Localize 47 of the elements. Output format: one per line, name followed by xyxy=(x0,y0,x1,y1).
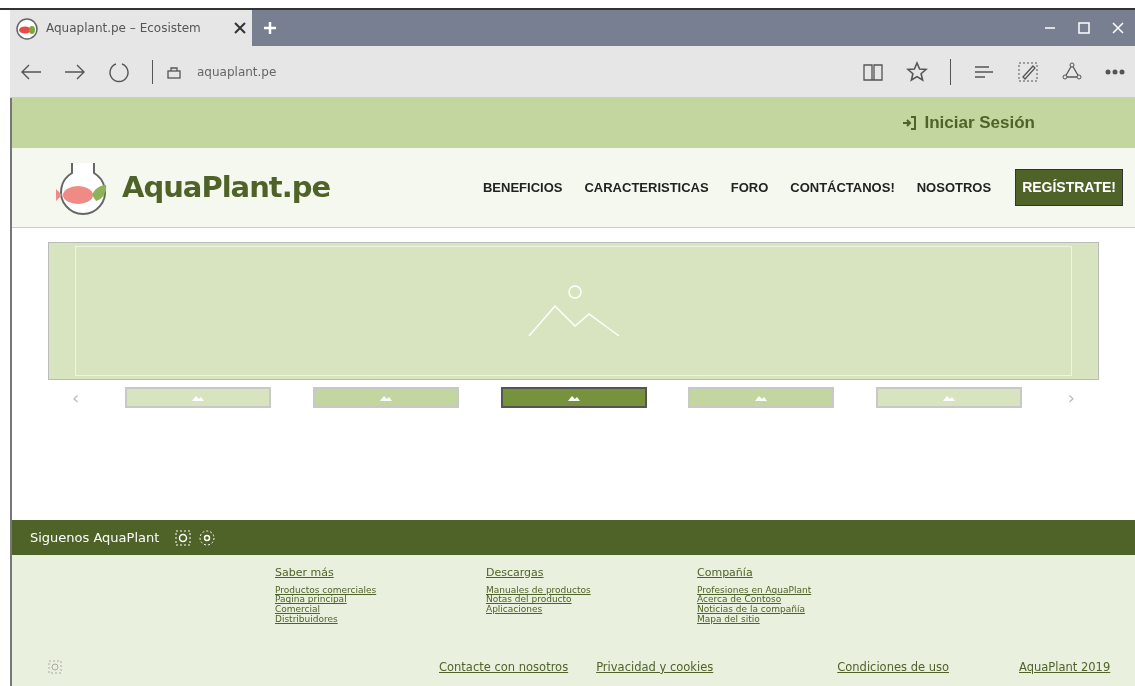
follow-text: Siguenos AquaPlant xyxy=(30,528,160,547)
footer-link[interactable]: Contacte con nosotros xyxy=(439,658,569,676)
note-icon[interactable] xyxy=(1017,60,1039,83)
book-icon[interactable] xyxy=(862,61,884,82)
footer-heading[interactable]: Descargas xyxy=(486,565,544,582)
footer-heading[interactable]: Saber más xyxy=(275,565,334,582)
social-icon[interactable] xyxy=(175,529,192,546)
address-field[interactable]: aquaplant.pe xyxy=(197,62,277,81)
carousel-thumbnail[interactable] xyxy=(500,387,647,408)
nav-link[interactable]: CONTÁCTANOS! xyxy=(790,177,895,198)
footer-link[interactable]: Distribuidores xyxy=(275,615,338,626)
footer-heading[interactable]: Compañía xyxy=(697,565,753,582)
footer-link[interactable]: Privacidad y cookies xyxy=(596,658,714,676)
footer-link[interactable]: Comercial xyxy=(275,605,321,616)
star-icon[interactable] xyxy=(906,60,928,83)
login-link[interactable]: Iniciar Sesión xyxy=(902,110,1035,136)
placeholder-icon xyxy=(48,660,62,675)
footer-link[interactable]: Notas del producto xyxy=(486,595,572,606)
forward-icon[interactable] xyxy=(64,62,86,81)
close-icon[interactable] xyxy=(234,22,246,34)
share-icon[interactable] xyxy=(1061,60,1083,83)
nav-link[interactable]: CARACTERISTICAS xyxy=(584,177,709,198)
nav-link[interactable]: NOSOTROS xyxy=(916,177,992,198)
social-icon[interactable] xyxy=(199,529,216,546)
hub-icon[interactable] xyxy=(973,63,995,80)
lock-icon xyxy=(167,64,181,79)
nav-link[interactable]: BENEFICIOS xyxy=(483,177,563,198)
footer-link[interactable]: Condiciones de uso xyxy=(837,658,949,676)
fishbowl-icon xyxy=(14,16,40,40)
footer-link[interactable]: Manuales de productos xyxy=(486,585,591,596)
footer-link[interactable]: AquaPlant 2019 xyxy=(1019,658,1111,676)
logo-text: AquaPlant.pe xyxy=(122,168,331,206)
footer-link[interactable]: Noticias de la compañía xyxy=(697,605,805,616)
refresh-icon[interactable] xyxy=(108,60,130,83)
image-placeholder-icon xyxy=(526,284,621,338)
tab-title: Aquaplant.pe – Ecosistem xyxy=(46,20,202,37)
login-icon xyxy=(902,116,917,130)
browser-tab[interactable]: Aquaplant.pe – Ecosistem xyxy=(10,10,252,46)
back-icon[interactable] xyxy=(20,62,42,81)
register-button[interactable]: REGÍSTRATE! xyxy=(1015,169,1123,206)
nav-link[interactable]: FORO xyxy=(730,177,769,198)
footer-link[interactable]: Acerca de Contoso xyxy=(697,595,782,606)
more-icon[interactable] xyxy=(1105,67,1125,76)
footer-link[interactable]: Productos comerciales xyxy=(275,585,377,596)
footer-link[interactable]: Aplicaciones xyxy=(486,605,543,616)
footer-link[interactable]: Pagina principal xyxy=(275,595,347,606)
footer-link[interactable]: Mapa del sitio xyxy=(697,615,760,626)
